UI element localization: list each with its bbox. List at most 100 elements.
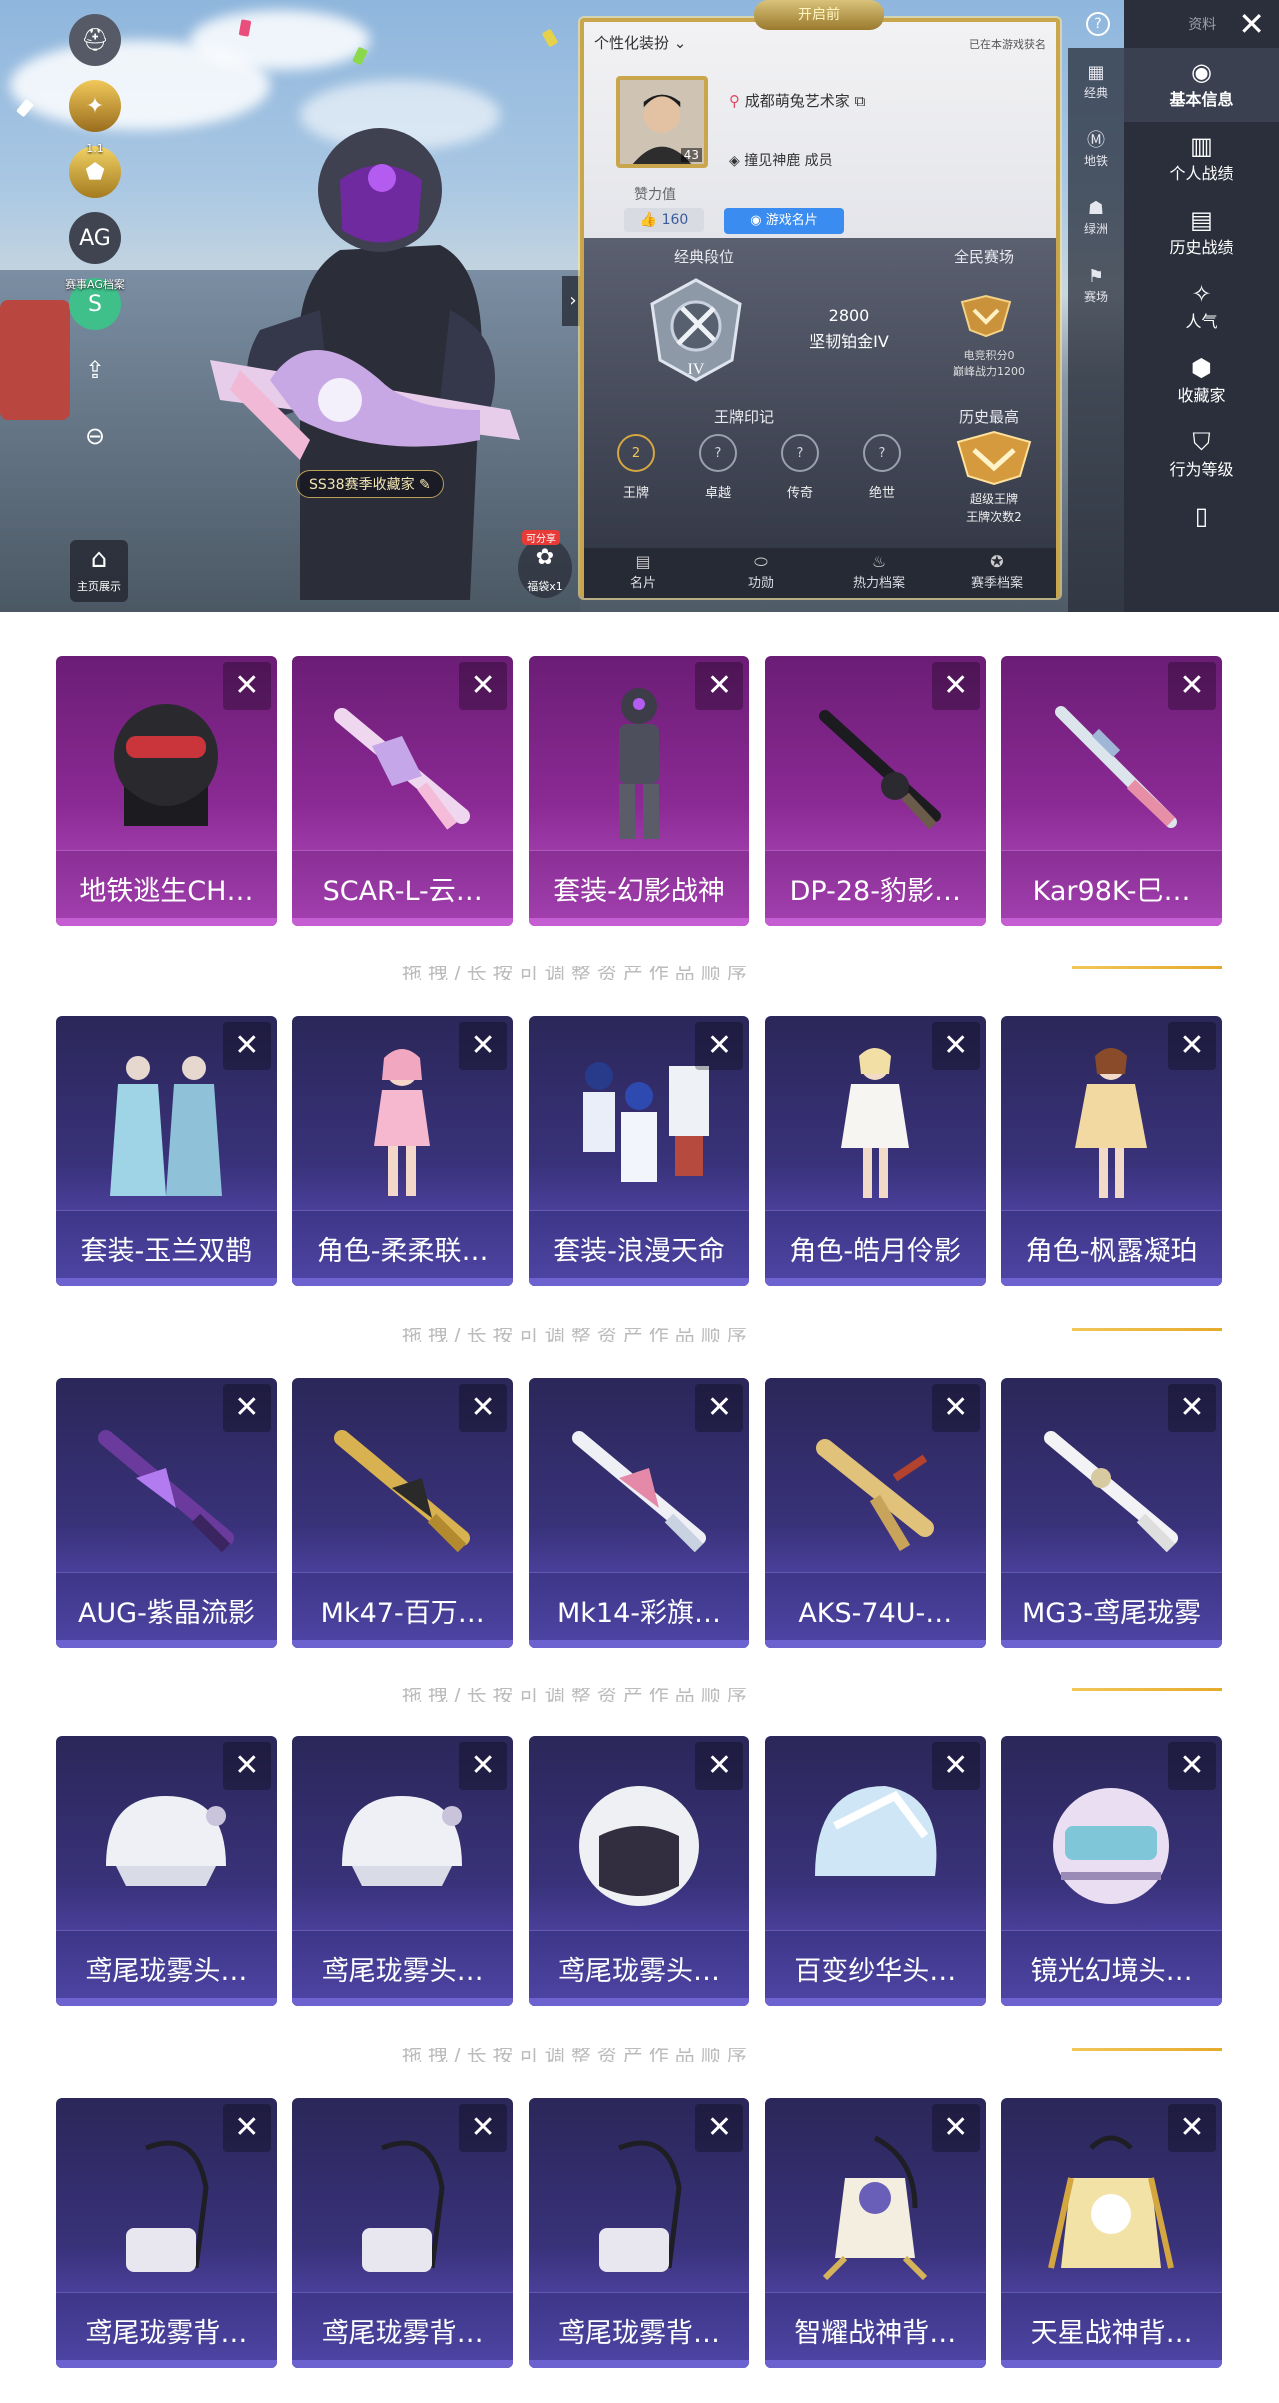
tab-season-archive[interactable]: ✪ 赛季档案 <box>938 548 1056 598</box>
asset-card[interactable]: 天星战神背… ✕ <box>1001 2098 1222 2368</box>
panel-crest: 开启前 <box>754 0 884 30</box>
home-show-button[interactable]: ⌂ 主页展示 <box>70 540 128 602</box>
asset-card[interactable]: 镜光幻境头… ✕ <box>1001 1736 1222 2006</box>
remove-icon[interactable]: ✕ <box>459 662 508 710</box>
mode-arena[interactable]: ⚑ 赛场 <box>1068 252 1124 320</box>
mode-oasis[interactable]: ☗ 绿洲 <box>1068 184 1124 252</box>
menu-basic-info[interactable]: ◉ 基本信息 <box>1124 48 1279 122</box>
remove-icon[interactable]: ✕ <box>931 662 980 710</box>
profile-tab-label[interactable]: 资料 <box>1188 14 1216 34</box>
asset-card[interactable]: Mk14-彩旗… ✕ <box>528 1378 750 1648</box>
remove-icon[interactable]: ✕ <box>695 1384 744 1432</box>
remove-icon[interactable]: ✕ <box>222 1384 271 1432</box>
remove-icon[interactable]: ✕ <box>222 1022 271 1070</box>
asset-card[interactable]: 鸢尾珑雾头… ✕ <box>292 1736 514 2006</box>
remove-icon[interactable]: ✕ <box>931 1384 980 1432</box>
seal-legend[interactable]: ? 传奇 <box>772 434 828 501</box>
remove-icon[interactable]: ✕ <box>459 1022 508 1070</box>
close-icon[interactable]: ✕ <box>1238 8 1265 40</box>
remove-icon[interactable]: ✕ <box>222 2104 271 2152</box>
ace-count: 王牌次数2 <box>966 510 1022 524</box>
asset-card[interactable]: 套装-浪漫天命 ✕ <box>528 1016 750 1286</box>
asset-card[interactable]: 地铁逃生CH… ✕ <box>56 656 277 926</box>
seal-peerless[interactable]: ? 绝世 <box>854 434 910 501</box>
outfit-dropdown[interactable]: 个性化装扮 ⌄ <box>594 32 686 53</box>
ag-archive-icon[interactable]: AG <box>69 212 121 264</box>
all-people-badge[interactable] <box>956 292 1016 338</box>
remove-icon[interactable]: ✕ <box>695 1022 744 1070</box>
menu-popularity[interactable]: ✧ 人气 <box>1124 270 1279 344</box>
asset-card[interactable]: 百变纱华头… ✕ <box>764 1736 986 2006</box>
avatar[interactable]: 43 <box>616 76 708 168</box>
asset-card[interactable]: DP-28-豹影… ✕ <box>764 656 986 926</box>
asset-card[interactable]: MG3-鸢尾珑雾 ✕ <box>1001 1378 1222 1648</box>
asset-card[interactable]: SCAR-L-云… ✕ <box>292 656 514 926</box>
share-out-icon[interactable]: ⇪ <box>69 344 121 396</box>
mode-metro[interactable]: Ⓜ 地铁 <box>1068 116 1124 184</box>
card-bottom-line <box>764 1278 986 1286</box>
tab-merits[interactable]: ⬭ 功勋 <box>702 548 820 598</box>
remove-icon[interactable]: ✕ <box>459 1384 508 1432</box>
seal-label: 传奇 <box>786 486 813 501</box>
mode-classic[interactable]: ▦ 经典 <box>1068 48 1124 116</box>
asset-card[interactable]: AUG-紫晶流影 ✕ <box>56 1378 277 1648</box>
asset-card[interactable]: AKS-74U-… ✕ <box>764 1378 986 1648</box>
asset-card[interactable]: Mk47-百万… ✕ <box>292 1378 514 1648</box>
left-icon-column: ⛑ ✦ ⬟ AG S ⇪ ⊖ <box>60 14 130 476</box>
remove-icon[interactable]: ✕ <box>222 1742 271 1790</box>
asset-card[interactable]: 智耀战神背… ✕ <box>764 2098 986 2368</box>
remove-icon[interactable]: ✕ <box>695 2104 744 2152</box>
asset-card[interactable]: 鸢尾珑雾背… ✕ <box>528 2098 750 2368</box>
city-tag[interactable]: ⚲ 成都萌兔艺术家 ⧉ <box>729 90 865 111</box>
asset-card[interactable]: 鸢尾珑雾头… ✕ <box>56 1736 277 2006</box>
super-ace-badge[interactable] <box>954 430 1034 486</box>
asset-card[interactable]: 套装-玉兰双鹊 ✕ <box>56 1016 277 1286</box>
asset-card[interactable]: 套装-幻影战神 ✕ <box>528 656 750 926</box>
season-icon: ✪ <box>990 552 1004 571</box>
seal-ace[interactable]: 2 王牌 <box>608 434 664 501</box>
remove-icon[interactable]: ✕ <box>1167 1384 1216 1432</box>
remove-icon[interactable]: ✕ <box>695 1742 744 1790</box>
help-icon[interactable]: ? <box>1086 12 1110 36</box>
game-namecard-button[interactable]: ◉ 游戏名片 <box>724 208 844 234</box>
menu-history-record[interactable]: ▤ 历史战绩 <box>1124 196 1279 270</box>
remove-icon[interactable]: ✕ <box>459 1742 508 1790</box>
panel-tab-bar: ▤ 名片 ⬭ 功勋 ♨ 热力档案 ✪ 赛季档案 <box>584 548 1056 598</box>
copy-icon[interactable]: ⧉ <box>855 92 866 110</box>
asset-card[interactable]: 角色-柔柔联… ✕ <box>292 1016 514 1286</box>
asset-card[interactable]: 鸢尾珑雾头… ✕ <box>528 1736 750 2006</box>
remove-icon[interactable]: ✕ <box>931 1022 980 1070</box>
remove-icon[interactable]: ✕ <box>931 2104 980 2152</box>
rank-shield-icon[interactable]: ✦ <box>69 80 121 132</box>
helmet-icon[interactable]: ⛑ <box>69 14 121 66</box>
remove-icon[interactable]: ✕ <box>695 662 744 710</box>
zoom-out-icon[interactable]: ⊖ <box>69 410 121 462</box>
remove-icon[interactable]: ✕ <box>931 1742 980 1790</box>
outfit-label: 个性化装扮 <box>594 34 670 52</box>
game-profile-screenshot: ⛑ ✦ ⬟ AG S ⇪ ⊖ 1.1 赛事AG档案 SS38赛季收藏家 ✎ ⌂ … <box>0 0 1279 612</box>
remove-icon[interactable]: ✕ <box>1167 1742 1216 1790</box>
seal-excellent[interactable]: ? 卓越 <box>690 434 746 501</box>
asset-card[interactable]: 鸢尾珑雾背… ✕ <box>292 2098 514 2368</box>
menu-collector[interactable]: ⬢ 收藏家 <box>1124 344 1279 418</box>
menu-more[interactable]: ▯ <box>1124 492 1279 566</box>
remove-icon[interactable]: ✕ <box>1167 662 1216 710</box>
asset-card[interactable]: 鸢尾珑雾背… ✕ <box>56 2098 277 2368</box>
remove-icon[interactable]: ✕ <box>1167 1022 1216 1070</box>
share-fab[interactable]: 可分享 ✿ 福袋x1 <box>518 530 572 598</box>
tab-namecard[interactable]: ▤ 名片 <box>584 548 702 598</box>
tab-heat-archive[interactable]: ♨ 热力档案 <box>820 548 938 598</box>
clan-tag[interactable]: ◈ 撞见神鹿 成员 <box>729 150 833 170</box>
menu-behavior-level[interactable]: ⛉ 行为等级 <box>1124 418 1279 492</box>
asset-card[interactable]: 角色-枫露凝珀 ✕ <box>1001 1016 1222 1286</box>
collector-chip[interactable]: SS38赛季收藏家 ✎ <box>296 470 444 498</box>
asset-card[interactable]: Kar98K-巳… ✕ <box>1001 656 1222 926</box>
asset-card[interactable]: 角色-皓月伶影 ✕ <box>764 1016 986 1286</box>
remove-icon[interactable]: ✕ <box>1167 2104 1216 2152</box>
edit-icon[interactable]: ✎ <box>419 477 431 493</box>
remove-icon[interactable]: ✕ <box>222 662 271 710</box>
charm-value[interactable]: 👍 160 <box>624 208 704 232</box>
menu-personal-record[interactable]: ▥ 个人战绩 <box>1124 122 1279 196</box>
remove-icon[interactable]: ✕ <box>459 2104 508 2152</box>
platinum-rank-badge[interactable]: IV <box>644 274 748 386</box>
